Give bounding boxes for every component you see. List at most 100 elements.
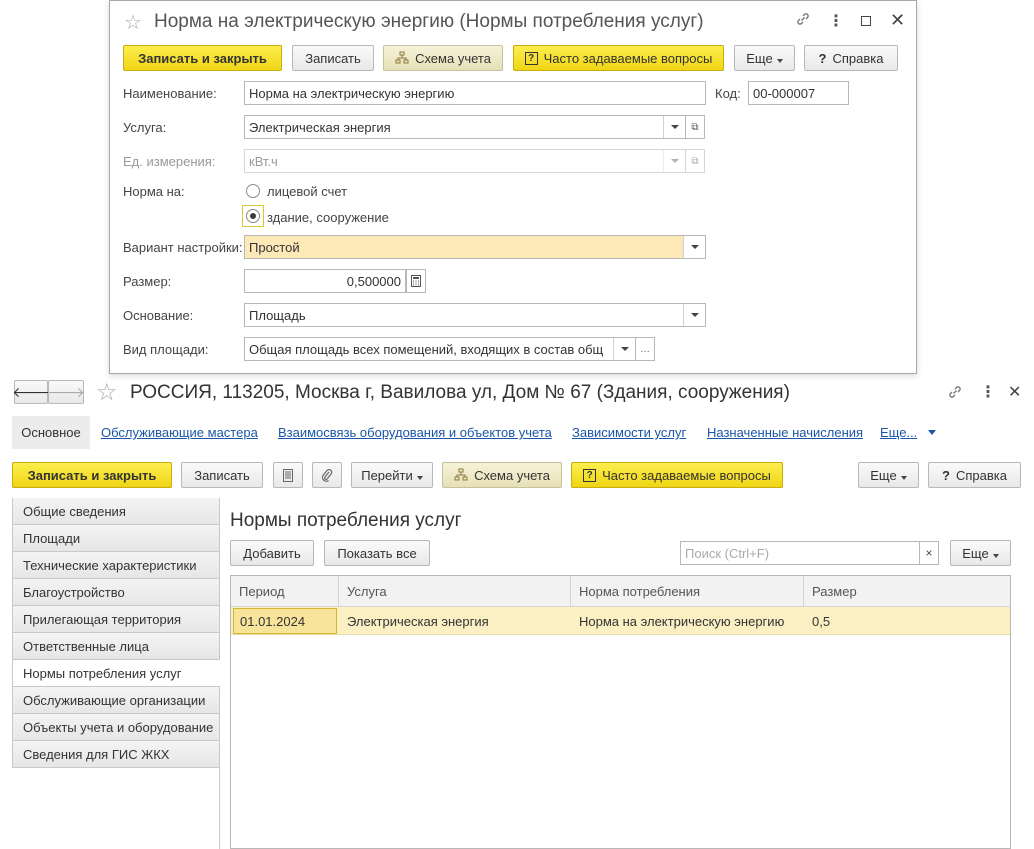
cell-period[interactable]: 01.01.2024 xyxy=(233,608,337,634)
link-icon[interactable] xyxy=(946,383,964,401)
table-more-button[interactable]: Еще xyxy=(950,540,1011,566)
main-help-button[interactable]: ? Справка xyxy=(928,462,1021,488)
size-field[interactable]: 0,500000 xyxy=(244,269,406,293)
sidebar-item-norms[interactable]: Нормы потребления услуг xyxy=(12,660,220,687)
help-question-icon: ? xyxy=(942,467,950,483)
sidebar-item-label: Общие сведения xyxy=(23,503,126,519)
scheme-button[interactable]: Схема учета xyxy=(383,45,503,71)
main-scheme-label: Схема учета xyxy=(474,467,550,483)
faq-button[interactable]: ? Часто задаваемые вопросы xyxy=(513,45,724,71)
favorite-star-icon[interactable]: ☆ xyxy=(124,10,142,35)
area-select-button[interactable]: … xyxy=(635,337,655,361)
clear-x-icon: × xyxy=(925,546,933,560)
basis-field[interactable]: Площадь xyxy=(244,303,706,327)
service-value: Электрическая энергия xyxy=(249,119,391,135)
nav-link-more[interactable]: Еще... xyxy=(880,425,917,440)
report-button[interactable] xyxy=(273,462,303,488)
header-period-label: Период xyxy=(239,583,285,599)
radio-building[interactable] xyxy=(246,209,260,223)
attach-button[interactable] xyxy=(312,462,342,488)
add-button[interactable]: Добавить xyxy=(230,540,314,566)
search-input[interactable]: Поиск (Ctrl+F) xyxy=(680,541,920,565)
section-title: Нормы потребления услуг xyxy=(230,510,462,531)
radio-account[interactable] xyxy=(246,184,260,198)
sidebar-item-territory[interactable]: Прилегающая территория xyxy=(12,606,220,633)
more-vertical-icon[interactable]: ⋮ xyxy=(828,11,844,31)
cell-service[interactable]: Электрическая энергия xyxy=(339,607,489,635)
header-size[interactable]: Размер xyxy=(804,576,1010,606)
sidebar-item-tech[interactable]: Технические характеристики xyxy=(12,552,220,579)
sidebar-item-meters[interactable]: Объекты учета и оборудование xyxy=(12,714,220,741)
main-save-close-label: Записать и закрыть xyxy=(27,467,157,483)
sidebar-item-gis[interactable]: Сведения для ГИС ЖКХ xyxy=(12,741,220,768)
more-vertical-icon[interactable]: ⋮ xyxy=(980,382,996,402)
nav-link-equipment[interactable]: Взаимосвязь оборудования и объектов учет… xyxy=(278,425,552,440)
nav-more-chevron-icon[interactable] xyxy=(928,430,936,435)
forward-arrow-icon: 🡒 xyxy=(47,383,85,400)
radio-account-label: лицевой счет xyxy=(267,184,348,199)
goto-button[interactable]: Перейти xyxy=(351,462,433,488)
show-all-button[interactable]: Показать все xyxy=(324,540,430,566)
help-label: Справка xyxy=(832,50,884,66)
help-button[interactable]: ? Справка xyxy=(804,45,898,71)
header-service[interactable]: Услуга xyxy=(339,576,571,606)
dialog-window: ☆ Норма на электрическую энергию (Нормы … xyxy=(109,0,917,374)
code-label: Код: xyxy=(715,86,741,101)
nav-link-charges[interactable]: Назначенные начисления xyxy=(707,425,863,440)
size-label: Размер: xyxy=(123,274,172,289)
area-dropdown-icon[interactable] xyxy=(613,338,635,360)
sidebar-item-areas[interactable]: Площади xyxy=(12,525,220,552)
maximize-icon[interactable] xyxy=(861,16,871,26)
document-icon xyxy=(283,468,293,482)
sidebar-item-amenities[interactable]: Благоустройство xyxy=(12,579,220,606)
more-label: Еще xyxy=(746,51,782,66)
sidebar-item-label: Нормы потребления услуг xyxy=(23,665,182,681)
main-save-label: Записать xyxy=(194,467,250,483)
calculator-icon xyxy=(411,275,421,287)
calculator-button[interactable] xyxy=(406,269,426,293)
header-norm-label: Норма потребления xyxy=(579,583,701,599)
link-icon[interactable] xyxy=(794,10,812,28)
area-field[interactable]: Общая площадь всех помещений, входящих в… xyxy=(244,337,636,361)
forward-button[interactable]: 🡒 xyxy=(47,380,85,404)
back-button[interactable]: 🡐 xyxy=(12,380,50,404)
unit-field: кВт.ч xyxy=(244,149,686,173)
sidebar-item-organizations[interactable]: Обслуживающие организации xyxy=(12,687,220,714)
main-save-button[interactable]: Записать xyxy=(181,462,263,488)
favorite-star-icon[interactable]: ☆ xyxy=(96,378,118,407)
main-scheme-button[interactable]: Схема учета xyxy=(442,462,562,488)
header-norm[interactable]: Норма потребления xyxy=(571,576,804,606)
main-help-label: Справка xyxy=(955,467,1007,483)
main-faq-button[interactable]: ? Часто задаваемые вопросы xyxy=(571,462,783,488)
name-field[interactable]: Норма на электрическую энергию xyxy=(244,81,706,105)
unit-label: Ед. измерения: xyxy=(123,154,216,169)
cell-norm[interactable]: Норма на электрическую энергию xyxy=(571,607,784,635)
nav-tab-main[interactable]: Основное xyxy=(12,416,90,449)
variant-field[interactable]: Простой xyxy=(244,235,706,259)
sidebar-item-label: Технические характеристики xyxy=(23,557,197,573)
search-clear-button[interactable]: × xyxy=(919,541,939,565)
more-button[interactable]: Еще xyxy=(734,45,795,71)
close-icon[interactable]: ✕ xyxy=(890,10,905,31)
service-open-button[interactable]: ⧉ xyxy=(685,115,705,139)
sidebar-item-general[interactable]: Общие сведения xyxy=(12,498,220,525)
service-dropdown-icon[interactable] xyxy=(663,116,685,138)
header-period[interactable]: Период xyxy=(231,576,339,606)
close-icon[interactable]: ✕ xyxy=(1008,382,1021,402)
paperclip-icon xyxy=(321,468,333,482)
main-more-button[interactable]: Еще xyxy=(858,462,919,488)
cell-size[interactable]: 0,5 xyxy=(804,607,830,635)
variant-dropdown-icon[interactable] xyxy=(683,236,705,258)
sidebar-item-responsible[interactable]: Ответственные лица xyxy=(12,633,220,660)
unit-open-button: ⧉ xyxy=(685,149,705,173)
scheme-icon xyxy=(395,51,409,65)
nav-link-masters[interactable]: Обслуживающие мастера xyxy=(101,425,258,440)
service-field[interactable]: Электрическая энергия xyxy=(244,115,686,139)
nav-link-dependencies[interactable]: Зависимости услуг xyxy=(572,425,686,440)
basis-dropdown-icon[interactable] xyxy=(683,304,705,326)
save-button[interactable]: Записать xyxy=(292,45,374,71)
code-field[interactable]: 00-000007 xyxy=(748,81,849,105)
service-label: Услуга: xyxy=(123,120,167,135)
main-save-close-button[interactable]: Записать и закрыть xyxy=(12,462,172,488)
save-close-button[interactable]: Записать и закрыть xyxy=(123,45,282,71)
